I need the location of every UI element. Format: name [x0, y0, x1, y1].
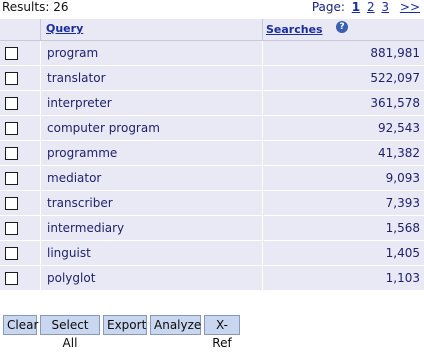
row-checkbox[interactable]	[5, 122, 18, 135]
column-divider	[262, 116, 263, 140]
table-row: polyglot 1,103	[0, 266, 424, 291]
page-label: Page:	[311, 0, 345, 14]
column-divider	[40, 241, 41, 265]
results-table: Query Searches ? program 881,981 translato…	[0, 19, 424, 291]
table-row: linguist 1,405	[0, 241, 424, 266]
table-row: programme 41,382	[0, 141, 424, 166]
searches-cell: 7,393	[385, 196, 420, 210]
searches-cell: 361,578	[370, 96, 420, 110]
column-divider	[262, 91, 263, 115]
row-checkbox[interactable]	[5, 72, 18, 85]
column-divider	[40, 216, 41, 240]
row-checkbox[interactable]	[5, 147, 18, 160]
column-divider	[262, 191, 263, 215]
searches-cell: 92,543	[378, 121, 420, 135]
query-cell: polyglot	[47, 271, 96, 285]
searches-cell: 522,097	[370, 71, 420, 85]
column-divider	[40, 41, 41, 65]
row-checkbox[interactable]	[5, 197, 18, 210]
column-divider	[262, 41, 263, 65]
table-row: interpreter 361,578	[0, 91, 424, 116]
query-cell: programme	[47, 146, 118, 160]
column-divider	[40, 116, 41, 140]
column-divider	[40, 166, 41, 190]
column-divider	[262, 141, 263, 165]
row-checkbox[interactable]	[5, 97, 18, 110]
column-divider	[40, 19, 41, 40]
analyze-button[interactable]: Analyze	[150, 315, 201, 335]
table-row: mediator 9,093	[0, 166, 424, 191]
query-cell: computer program	[47, 121, 160, 135]
column-divider	[40, 66, 41, 90]
table-row: transcriber 7,393	[0, 191, 424, 216]
column-divider	[262, 266, 263, 290]
column-divider	[262, 19, 263, 40]
results-count: Results: 26	[2, 0, 69, 14]
page-link-1[interactable]: 1	[352, 0, 360, 14]
row-checkbox[interactable]	[5, 247, 18, 260]
column-divider	[40, 141, 41, 165]
top-bar: Results: 26 Page: 1 2 3 >>	[0, 0, 424, 19]
column-divider	[262, 66, 263, 90]
table-row: intermediary 1,568	[0, 216, 424, 241]
searches-cell: 1,103	[385, 271, 420, 285]
table-row: translator 522,097	[0, 66, 424, 91]
table-row: program 881,981	[0, 41, 424, 66]
next-page-link[interactable]: >>	[400, 0, 420, 14]
column-divider	[262, 216, 263, 240]
query-cell: translator	[47, 71, 106, 85]
table-row: computer program 92,543	[0, 116, 424, 141]
row-checkbox[interactable]	[5, 47, 18, 60]
searches-cell: 9,093	[385, 171, 420, 185]
select-all-button[interactable]: Select All	[40, 315, 100, 350]
query-cell: mediator	[47, 171, 102, 185]
column-divider	[262, 241, 263, 265]
xref-button[interactable]: X-Ref	[204, 315, 240, 350]
export-button[interactable]: Export	[103, 315, 147, 335]
pagination: Page: 1 2 3 >>	[312, 0, 420, 14]
query-cell: transcriber	[47, 196, 113, 210]
clear-button[interactable]: Clear	[3, 315, 38, 335]
column-divider	[40, 266, 41, 290]
page-link-3[interactable]: 3	[381, 0, 389, 14]
table-body: program 881,981 translator 522,097 interpret…	[0, 41, 424, 291]
searches-cell: 1,405	[385, 246, 420, 260]
page-link-2[interactable]: 2	[367, 0, 375, 14]
query-cell: program	[47, 46, 99, 60]
action-bar: Clear Select All Export Analyze X-Ref	[0, 313, 424, 350]
query-cell: intermediary	[47, 221, 125, 235]
query-cell: linguist	[47, 246, 91, 260]
searches-column-header[interactable]: Searches	[266, 23, 323, 36]
row-checkbox[interactable]	[5, 272, 18, 285]
column-divider	[262, 166, 263, 190]
row-checkbox[interactable]	[5, 172, 18, 185]
row-checkbox[interactable]	[5, 222, 18, 235]
searches-cell: 41,382	[378, 146, 420, 160]
searches-cell: 1,568	[385, 221, 420, 235]
query-cell: interpreter	[47, 96, 112, 110]
column-divider	[40, 91, 41, 115]
column-divider	[40, 191, 41, 215]
query-column-header[interactable]: Query	[46, 22, 83, 35]
help-icon[interactable]: ?	[336, 21, 348, 33]
table-header: Query Searches ?	[0, 19, 424, 41]
searches-cell: 881,981	[370, 46, 420, 60]
